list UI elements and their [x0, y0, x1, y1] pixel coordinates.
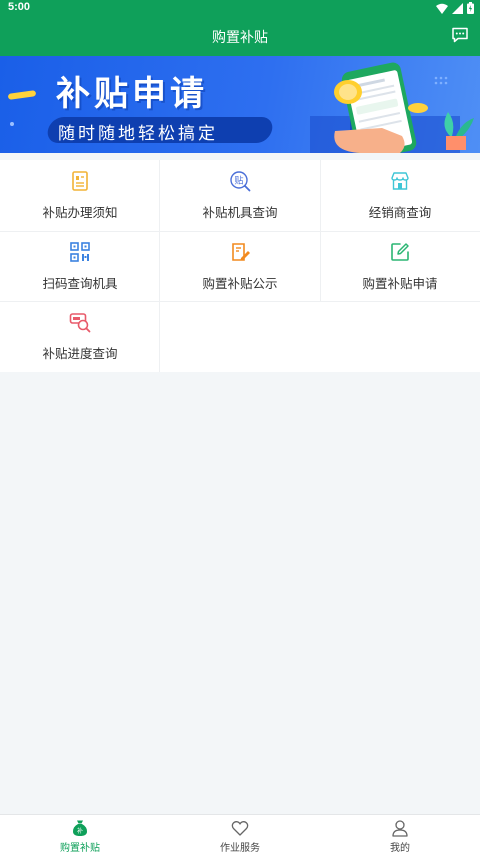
battery-icon	[467, 2, 474, 14]
chat-button[interactable]	[451, 26, 469, 44]
grid-item-label: 购置补贴申请	[362, 276, 438, 291]
grid-item-apply[interactable]: 购置补贴申请	[320, 231, 480, 301]
banner-subtitle: 随时随地轻松搞定	[58, 124, 218, 144]
signal-icon	[452, 2, 463, 14]
wifi-icon	[436, 3, 448, 14]
grid-item-dealer-search[interactable]: 经销商查询	[320, 160, 480, 230]
heart-icon	[231, 821, 249, 836]
svg-text:贴: 贴	[234, 175, 243, 187]
subsidy-search-icon: 贴	[230, 171, 251, 192]
grid-item-label: 扫码查询机具	[42, 276, 118, 291]
grid-item-label: 购置补贴公示	[202, 276, 278, 291]
grid-item-machine-search[interactable]: 贴 补贴机具查询	[160, 160, 320, 230]
tab-service[interactable]: 作业服务	[160, 815, 320, 854]
status-time: 5:00	[8, 1, 31, 13]
chat-icon	[452, 27, 468, 43]
notice-edit-icon	[232, 243, 250, 261]
progress-search-icon	[69, 313, 91, 333]
banner-title: 补贴申请	[56, 74, 208, 114]
tab-label: 购置补贴	[60, 843, 100, 854]
shop-icon	[391, 172, 409, 190]
page-title: 购置补贴	[212, 30, 268, 46]
grid-item-label: 补贴机具查询	[202, 205, 278, 220]
money-bag-icon: 补	[72, 820, 88, 836]
tab-mine[interactable]: 我的	[320, 815, 480, 854]
grid-item-label: 补贴进度查询	[42, 346, 118, 361]
banner[interactable]: 补贴申请 随时随地轻松搞定	[0, 56, 480, 153]
status-icons	[436, 2, 474, 14]
status-bar: 5:00	[0, 0, 480, 16]
grid-item-notice[interactable]: 补贴办理须知	[0, 160, 160, 230]
function-grid: 补贴办理须知 贴 补贴机具查询 经销商查询 扫码查询机具 购置补贴公示 购置补贴…	[0, 160, 480, 372]
bottom-nav: 补 购置补贴 作业服务 我的	[0, 814, 480, 854]
tab-label: 作业服务	[220, 843, 260, 854]
grid-item-label: 经销商查询	[368, 205, 432, 220]
tab-subsidy[interactable]: 补 购置补贴	[0, 815, 160, 854]
grid-item-label: 补贴办理须知	[42, 205, 118, 220]
user-icon	[392, 820, 408, 837]
qr-code-icon	[70, 242, 90, 262]
grid-item-progress-search[interactable]: 补贴进度查询	[0, 301, 160, 371]
tab-label: 我的	[390, 843, 410, 854]
app-bar: 购置补贴	[0, 16, 480, 56]
phone-hand-illustration	[310, 62, 474, 153]
grid-item-scan-query[interactable]: 扫码查询机具	[0, 231, 160, 301]
grid-item-publicity[interactable]: 购置补贴公示	[160, 231, 320, 301]
svg-text:补: 补	[77, 827, 83, 835]
document-icon	[72, 171, 88, 191]
edit-icon	[391, 243, 409, 261]
